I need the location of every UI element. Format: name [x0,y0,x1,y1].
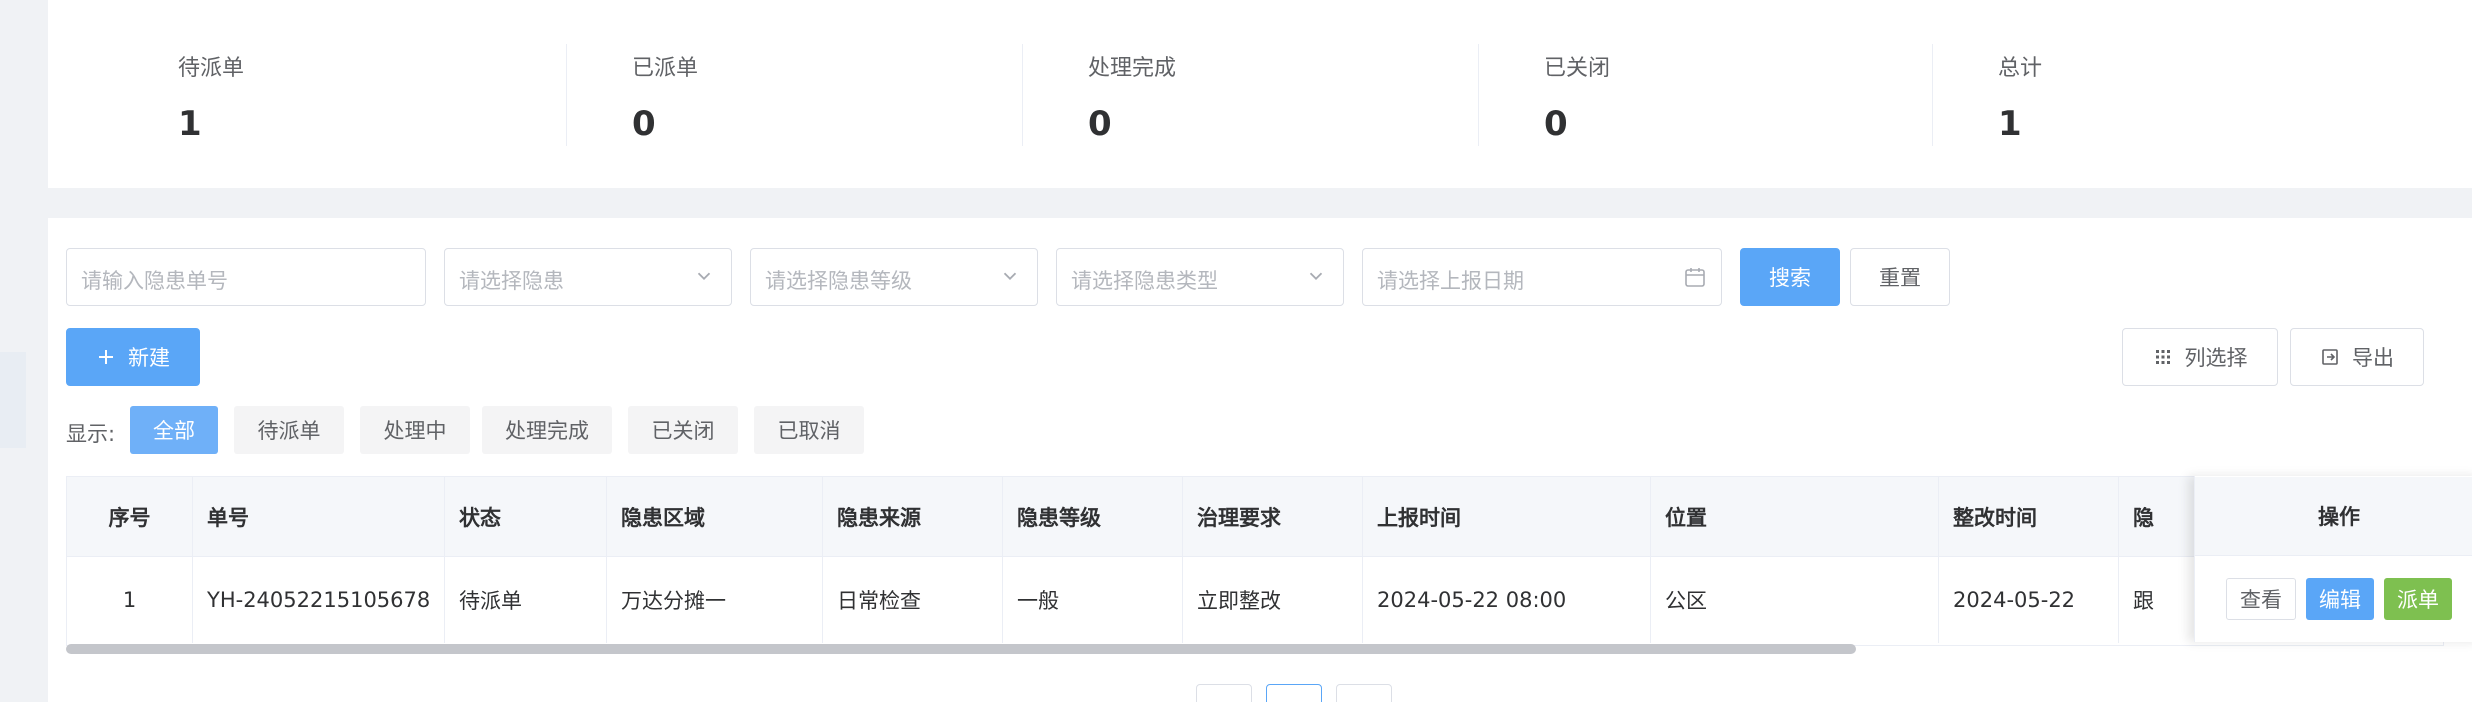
stat-value: 0 [1544,104,1568,144]
cell-location: 公区 [1651,557,1939,643]
sidebar-active-highlight [0,352,26,448]
stat-divider [566,44,567,146]
stat-value: 0 [1088,104,1112,144]
type-placeholder: 请选择隐患类型 [1071,269,1218,293]
new-button-label: 新建 [128,346,170,370]
order-no-placeholder: 请输入隐患单号 [81,269,228,293]
stat-label: 待派单 [178,56,245,81]
col-location: 位置 [1651,477,1939,556]
chip-processing[interactable]: 处理中 [360,406,470,454]
display-label: 显示: [66,422,116,446]
pagination-current-page[interactable] [1266,684,1322,702]
chip-cancelled[interactable]: 已取消 [754,406,864,454]
cell-area: 万达分摊一 [607,557,823,643]
stat-value: 1 [178,104,202,144]
cell-status: 待派单 [445,557,607,643]
stat-label: 已派单 [632,56,699,81]
table-header: 序号 单号 状态 隐患区域 隐患来源 隐患等级 治理要求 上报时间 位置 整改时… [67,477,2443,557]
pagination-next[interactable] [1336,684,1392,702]
level-select[interactable]: 请选择隐患等级 [750,248,1038,306]
chip-completed[interactable]: 处理完成 [482,406,612,454]
stat-divider [1022,44,1023,146]
pagination-prev[interactable] [1196,684,1252,702]
reset-button[interactable]: 重置 [1850,248,1950,306]
col-area: 隐患区域 [607,477,823,556]
col-level: 隐患等级 [1003,477,1183,556]
stat-divider [1478,44,1479,146]
col-requirement: 治理要求 [1183,477,1363,556]
export-icon [2322,349,2338,365]
cell-level: 一般 [1003,557,1183,643]
grid-icon [2155,350,2170,364]
search-button[interactable]: 搜索 [1740,248,1840,306]
export-button[interactable]: 导出 [2290,328,2424,386]
col-fix-time: 整改时间 [1939,477,2119,556]
cell-source: 日常检查 [823,557,1003,643]
left-sidebar-edge [0,0,26,702]
cell-index: 1 [67,557,193,643]
stat-divider [1932,44,1933,146]
col-index: 序号 [67,477,193,556]
chip-closed[interactable]: 已关闭 [628,406,738,454]
plus-icon [99,350,113,364]
stat-label: 处理完成 [1088,56,1177,81]
view-button[interactable]: 查看 [2226,578,2296,620]
chevron-down-icon [697,272,711,281]
col-source: 隐患来源 [823,477,1003,556]
col-order-no: 单号 [193,477,445,556]
chevron-down-icon [1003,272,1017,281]
date-placeholder: 请选择上报日期 [1377,269,1524,293]
edit-button[interactable]: 编辑 [2306,578,2374,620]
cell-order-no: YH-24052215105678 [193,557,445,643]
stat-label: 已关闭 [1544,56,1611,81]
cell-requirement: 立即整改 [1183,557,1363,643]
main-card: 请输入隐患单号 请选择隐患 请选择隐患等级 请选择隐患类型 请选择上报日期 搜索… [48,218,2472,702]
operations-column: 操作 查看 编辑 派单 [2194,476,2472,642]
horizontal-scrollbar[interactable] [66,644,1856,654]
hazard-table: 序号 单号 状态 隐患区域 隐患来源 隐患等级 治理要求 上报时间 位置 整改时… [66,476,2444,646]
chevron-down-icon [1309,272,1323,281]
stat-value: 1 [1998,104,2022,144]
col-operations: 操作 [2195,477,2472,556]
col-status: 状态 [445,477,607,556]
hazard-placeholder: 请选择隐患 [459,269,564,293]
export-label: 导出 [2352,346,2394,370]
chip-pending[interactable]: 待派单 [234,406,344,454]
hazard-select[interactable]: 请选择隐患 [444,248,732,306]
type-select[interactable]: 请选择隐患类型 [1056,248,1344,306]
column-select-label: 列选择 [2184,346,2248,370]
calendar-icon [1685,268,1705,287]
stat-label: 总计 [1998,56,2043,81]
dispatch-button[interactable]: 派单 [2384,578,2452,620]
col-report-time: 上报时间 [1363,477,1651,556]
stats-card: 待派单 1 已派单 0 处理完成 0 已关闭 0 总计 1 [48,0,2472,188]
stat-value: 0 [632,104,656,144]
column-select-button[interactable]: 列选择 [2122,328,2278,386]
table-row[interactable]: 1 YH-24052215105678 待派单 万达分摊一 日常检查 一般 立即… [67,557,2443,643]
report-date-picker[interactable]: 请选择上报日期 [1362,248,1722,306]
cell-report-time: 2024-05-22 08:00 [1363,557,1651,643]
cell-fix-time: 2024-05-22 [1939,557,2119,643]
level-placeholder: 请选择隐患等级 [765,269,912,293]
chip-all[interactable]: 全部 [130,406,218,454]
order-no-input[interactable]: 请输入隐患单号 [66,248,426,306]
row-operations: 查看 编辑 派单 [2195,556,2472,642]
new-button[interactable]: 新建 [66,328,200,386]
